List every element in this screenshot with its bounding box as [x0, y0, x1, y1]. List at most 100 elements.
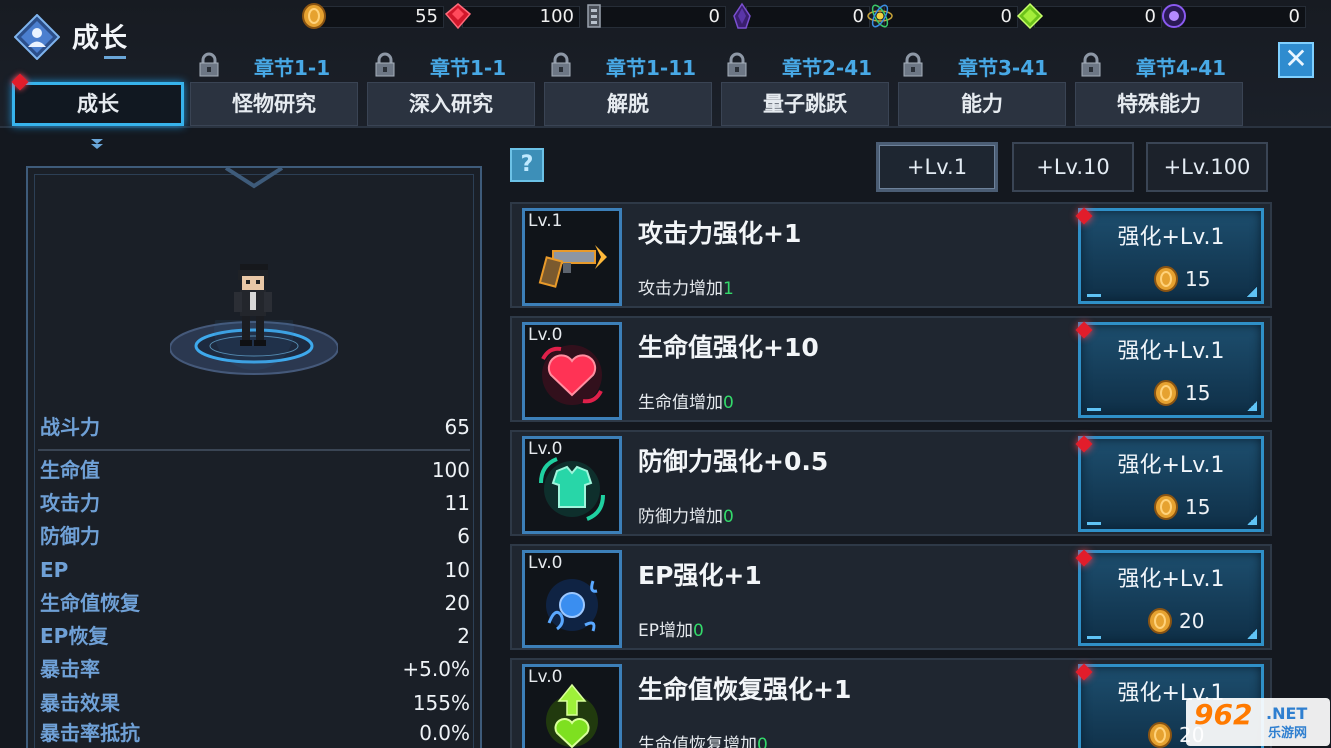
tab-lock-special-ability: 章节4-41 — [1078, 50, 1248, 80]
resource-value: 55 — [415, 6, 438, 27]
stat-power: 战斗力 65 — [40, 412, 472, 442]
resource-bar — [746, 6, 870, 28]
gold-coin-icon — [1148, 608, 1172, 634]
stat-label: 防御力 — [40, 524, 100, 548]
growth-screen: 成长 55 100 0 0 0 0 0 章节1-1 章节1-1 章节1-11 章… — [0, 0, 1331, 748]
level-step-10-button[interactable]: +Lv.10 — [1012, 142, 1134, 192]
upgrade-button[interactable]: 强化+Lv.1 15 — [1078, 436, 1264, 532]
corner-mark — [1247, 629, 1257, 639]
upgrade-desc-label: 生命值增加 — [638, 393, 723, 413]
stat-value: 11 — [444, 491, 470, 515]
corner-mark — [1087, 522, 1101, 525]
stat-value: 0.0% — [419, 721, 470, 745]
lock-icon — [727, 52, 747, 77]
stat-value: 10 — [444, 558, 470, 582]
tab-lock-text: 章节1-11 — [606, 56, 697, 80]
upgrade-desc-label: 生命值恢复增加 — [638, 735, 757, 748]
tab-special-ability[interactable]: 特殊能力 — [1075, 82, 1243, 126]
upgrade-desc-value: 0 — [723, 393, 734, 413]
close-icon: ✕ — [1284, 42, 1308, 75]
title-underline — [104, 56, 126, 59]
upgrade-desc-value: 0 — [693, 621, 704, 641]
stat-label: 暴击率 — [40, 657, 100, 681]
upgrade-button[interactable]: 强化+Lv.1 15 — [1078, 322, 1264, 418]
dark-crystal-icon — [733, 2, 751, 29]
gold-coin-icon — [1154, 380, 1178, 406]
corner-mark — [1087, 636, 1101, 639]
resource-purple-orb: 0 — [1160, 2, 1306, 30]
lock-icon — [551, 52, 571, 77]
watermark-domain: .NET — [1266, 704, 1308, 723]
tab-release[interactable]: 解脱 — [544, 82, 712, 126]
close-button[interactable]: ✕ — [1278, 42, 1314, 78]
stat-label: 生命值 — [40, 458, 100, 482]
heart-regen-icon — [546, 683, 598, 748]
watermark-number: 962 — [1194, 698, 1253, 731]
tab-deep-research[interactable]: 深入研究 — [367, 82, 535, 126]
upgrade-desc-label: 防御力增加 — [638, 507, 723, 527]
stat-row: 生命值恢复 20 — [40, 588, 472, 618]
corner-mark — [1087, 294, 1101, 297]
resource-bar — [884, 6, 1018, 28]
resource-value: 0 — [1288, 6, 1300, 27]
tab-ability[interactable]: 能力 — [898, 82, 1066, 126]
upgrade-icon-frame: Lv.0 — [522, 322, 622, 420]
resource-gear: 0 — [580, 2, 726, 30]
resource-value: 0 — [852, 6, 864, 27]
gold-coin-icon — [1154, 266, 1178, 292]
chevron-down-icon — [91, 139, 103, 149]
tab-growth[interactable]: 成长 — [12, 82, 184, 126]
panel-chevron-icon — [224, 166, 284, 189]
gun-icon — [538, 245, 607, 288]
stat-row: 生命值 100 — [40, 455, 472, 485]
atom-icon — [867, 4, 893, 28]
resource-dark-crystal: 0 — [728, 2, 870, 30]
upgrade-cost-value: 20 — [1179, 609, 1205, 633]
upgrade-desc: EP增加0 — [638, 616, 704, 641]
stat-label: 生命值恢复 — [40, 591, 140, 615]
upgrade-button-label: 强化+Lv.1 — [1117, 567, 1225, 592]
stat-row: 暴击率 +5.0% — [40, 654, 472, 684]
upgrade-desc: 防御力增加0 — [638, 502, 734, 527]
watermark-site-name: 乐游网 — [1268, 726, 1308, 741]
purple-orb-icon — [1162, 4, 1186, 28]
upgrade-row-hp-regen: Lv.0 生命值恢复强化+1 生命值恢复增加0 强化+Lv.1 20 — [510, 658, 1272, 748]
upgrade-icon-frame: Lv.0 — [522, 550, 622, 648]
stat-value: 6 — [457, 524, 470, 548]
page-title: 成长 — [72, 23, 128, 54]
upgrade-desc: 生命值增加0 — [638, 388, 734, 413]
resource-value: 0 — [1144, 6, 1156, 27]
corner-mark — [1087, 408, 1101, 411]
resource-atom: 0 — [866, 2, 1018, 30]
upgrade-desc: 生命值恢复增加0 — [638, 730, 768, 748]
upgrade-cost-value: 15 — [1185, 495, 1211, 519]
corner-mark — [1247, 515, 1257, 525]
help-button[interactable]: ? — [510, 148, 544, 182]
tab-monster-research[interactable]: 怪物研究 — [190, 82, 358, 126]
lock-icon — [903, 52, 923, 77]
armor-icon — [539, 457, 605, 521]
upgrade-icon-frame: Lv.0 — [522, 436, 622, 534]
level-step-100-button[interactable]: +Lv.100 — [1146, 142, 1268, 192]
tab-lock-text: 章节1-1 — [430, 56, 507, 80]
tab-lock-text: 章节1-1 — [254, 56, 331, 80]
tab-quantum-jump[interactable]: 量子跳跃 — [721, 82, 889, 126]
resource-value: 100 — [539, 6, 574, 27]
stat-label: EP恢复 — [40, 624, 109, 648]
upgrade-row-hp: Lv.0 生命值强化+10 生命值增加0 强化+Lv.1 15 — [510, 316, 1272, 422]
upgrade-button[interactable]: 强化+Lv.1 20 — [1078, 550, 1264, 646]
stat-value: 2 — [457, 624, 470, 648]
resource-bar — [598, 6, 726, 28]
upgrade-desc-value: 0 — [723, 507, 734, 527]
upgrade-desc-value: 1 — [723, 279, 734, 299]
tab-lock-text: 章节4-41 — [1136, 56, 1227, 80]
level-step-1-button[interactable]: +Lv.1 — [876, 142, 998, 192]
stat-row: 防御力 6 — [40, 521, 472, 551]
tab-lock-monster-research: 章节1-1 — [196, 50, 366, 80]
resource-gold: 55 — [300, 2, 444, 30]
stat-label: 战斗力 — [40, 415, 100, 439]
tab-lock-deep-research: 章节1-1 — [372, 50, 542, 80]
stat-value: +5.0% — [402, 657, 470, 681]
upgrade-button[interactable]: 强化+Lv.1 15 — [1078, 208, 1264, 304]
upgrade-cost-value: 15 — [1185, 381, 1211, 405]
